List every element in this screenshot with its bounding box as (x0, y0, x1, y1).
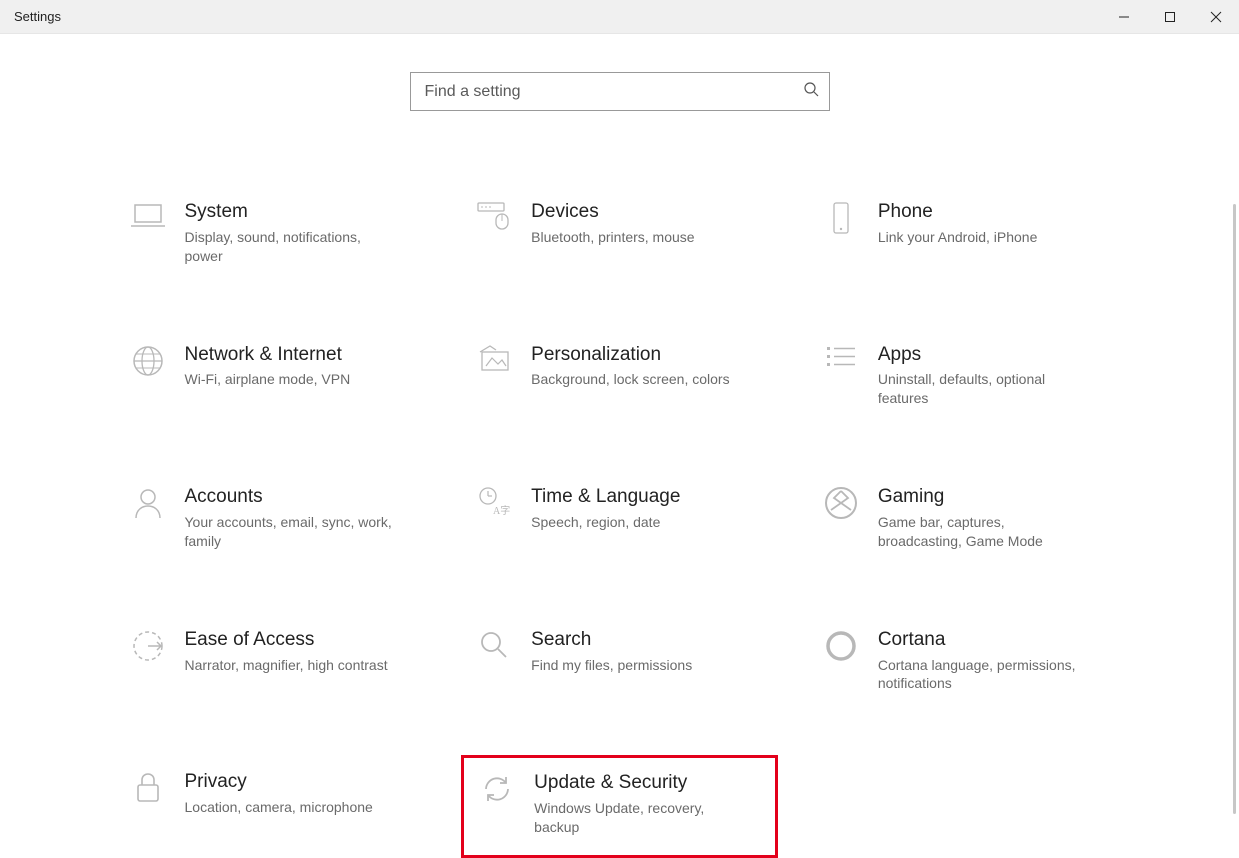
category-network[interactable]: Network & Internet Wi-Fi, airplane mode,… (115, 338, 432, 419)
close-icon (1210, 11, 1222, 23)
category-apps[interactable]: Apps Uninstall, defaults, optional featu… (808, 338, 1125, 419)
scrollbar-thumb[interactable] (1233, 204, 1236, 814)
category-desc: Bluetooth, printers, mouse (531, 228, 694, 247)
category-desc: Game bar, captures, broadcasting, Game M… (878, 513, 1088, 551)
phone-icon (814, 201, 868, 235)
category-accounts[interactable]: Accounts Your accounts, email, sync, wor… (115, 480, 432, 561)
category-desc: Display, sound, notifications, power (185, 228, 395, 266)
titlebar: Settings (0, 0, 1239, 34)
gaming-icon (814, 486, 868, 520)
category-title: Gaming (878, 486, 1088, 509)
window-controls (1101, 0, 1239, 33)
ease-icon (121, 629, 175, 663)
category-system[interactable]: System Display, sound, notifications, po… (115, 195, 432, 276)
category-privacy[interactable]: Privacy Location, camera, microphone (115, 765, 432, 848)
category-title: Privacy (185, 771, 373, 794)
category-desc: Wi-Fi, airplane mode, VPN (185, 370, 351, 389)
category-gaming[interactable]: Gaming Game bar, captures, broadcasting,… (808, 480, 1125, 561)
close-button[interactable] (1193, 0, 1239, 33)
svg-text:A字: A字 (493, 504, 510, 517)
category-update[interactable]: Update & Security Windows Update, recove… (461, 755, 778, 858)
update-icon (470, 772, 524, 806)
personalization-icon (467, 344, 521, 374)
system-icon (121, 201, 175, 229)
maximize-icon (1164, 11, 1176, 23)
devices-icon (467, 201, 521, 231)
category-phone[interactable]: Phone Link your Android, iPhone (808, 195, 1125, 276)
category-devices[interactable]: Devices Bluetooth, printers, mouse (461, 195, 778, 276)
category-desc: Uninstall, defaults, optional features (878, 370, 1088, 408)
category-desc: Windows Update, recovery, backup (534, 799, 744, 837)
search-category-icon (467, 629, 521, 661)
category-title: Apps (878, 344, 1088, 367)
category-title: Devices (531, 201, 694, 224)
category-title: Time & Language (531, 486, 680, 509)
category-desc: Narrator, magnifier, high contrast (185, 656, 388, 675)
category-time[interactable]: A字 Time & Language Speech, region, date (461, 480, 778, 561)
category-desc: Location, camera, microphone (185, 798, 373, 817)
category-desc: Speech, region, date (531, 513, 680, 532)
category-title: Personalization (531, 344, 729, 367)
minimize-icon (1118, 11, 1130, 23)
category-title: Ease of Access (185, 629, 388, 652)
settings-grid: System Display, sound, notifications, po… (115, 195, 1125, 848)
category-title: Phone (878, 201, 1038, 224)
minimize-button[interactable] (1101, 0, 1147, 33)
network-icon (121, 344, 175, 378)
accounts-icon (121, 486, 175, 520)
category-cortana[interactable]: Cortana Cortana language, permissions, n… (808, 623, 1125, 704)
category-personalization[interactable]: Personalization Background, lock screen,… (461, 338, 778, 419)
window-title: Settings (0, 9, 61, 24)
cortana-icon (814, 629, 868, 663)
category-desc: Find my files, permissions (531, 656, 692, 675)
category-title: Accounts (185, 486, 395, 509)
category-desc: Background, lock screen, colors (531, 370, 729, 389)
category-title: Update & Security (534, 772, 744, 795)
apps-icon (814, 344, 868, 372)
time-icon: A字 (467, 486, 521, 518)
category-desc: Link your Android, iPhone (878, 228, 1038, 247)
category-title: Network & Internet (185, 344, 351, 367)
search-input[interactable] (425, 83, 803, 101)
category-ease[interactable]: Ease of Access Narrator, magnifier, high… (115, 623, 432, 704)
scrollbar[interactable] (1229, 34, 1239, 837)
category-title: Search (531, 629, 692, 652)
content-area: System Display, sound, notifications, po… (0, 34, 1239, 848)
maximize-button[interactable] (1147, 0, 1193, 33)
category-title: Cortana (878, 629, 1088, 652)
search-box[interactable] (410, 72, 830, 111)
category-search[interactable]: Search Find my files, permissions (461, 623, 778, 704)
category-desc: Your accounts, email, sync, work, family (185, 513, 395, 551)
search-icon (803, 81, 819, 102)
privacy-icon (121, 771, 175, 805)
category-desc: Cortana language, permissions, notificat… (878, 656, 1088, 694)
category-title: System (185, 201, 395, 224)
